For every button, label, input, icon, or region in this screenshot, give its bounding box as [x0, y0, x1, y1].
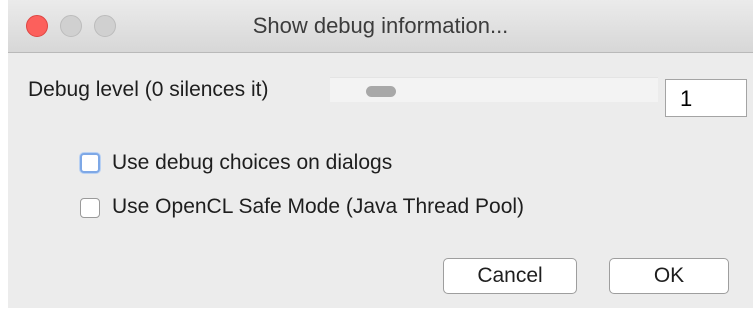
cancel-button[interactable]: Cancel — [443, 258, 577, 294]
debug-dialog-window: Show debug information... Debug level (0… — [8, 0, 753, 315]
opencl-safe-mode-label: Use OpenCL Safe Mode (Java Thread Pool) — [112, 195, 525, 218]
debug-level-input[interactable]: 1 — [665, 79, 747, 117]
opencl-safe-mode-checkbox[interactable] — [80, 198, 100, 218]
debug-level-label: Debug level (0 silences it) — [28, 78, 269, 101]
debug-choices-checkbox[interactable] — [80, 153, 100, 173]
ok-button[interactable]: OK — [609, 258, 729, 294]
debug-choices-label: Use debug choices on dialogs — [112, 151, 393, 174]
debug-level-slider[interactable] — [330, 77, 658, 102]
title-bar: Show debug information... — [8, 0, 753, 53]
window-title: Show debug information... — [252, 13, 509, 38]
window-bottom-edge — [8, 308, 753, 315]
debug-level-slider-knob[interactable] — [366, 86, 396, 97]
